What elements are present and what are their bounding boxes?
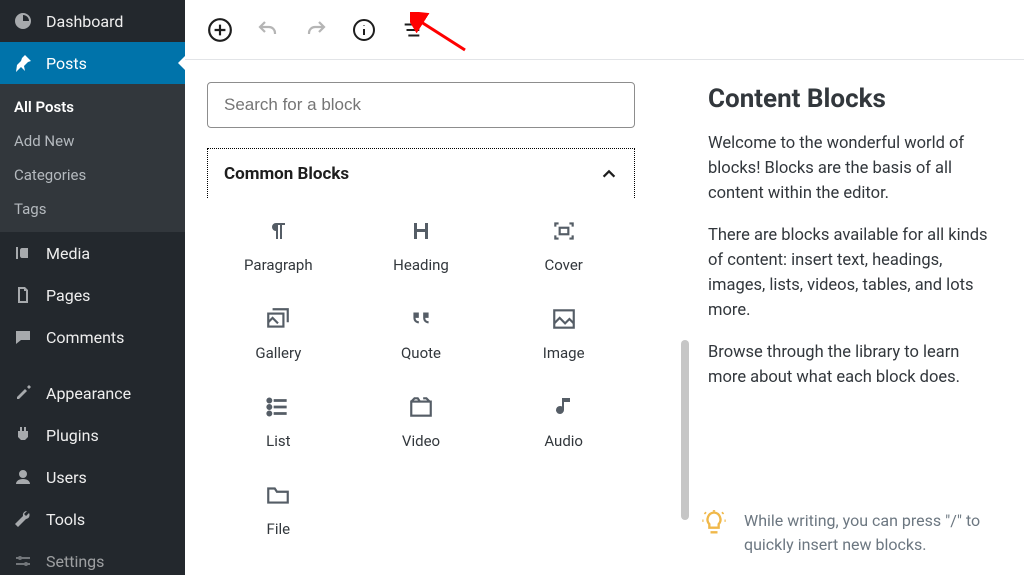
sidebar-item-label: Plugins <box>46 426 99 445</box>
comments-icon <box>12 326 34 348</box>
block-gallery[interactable]: Gallery <box>207 304 350 362</box>
sidebar-item-posts[interactable]: Posts <box>0 42 185 84</box>
pages-icon <box>12 284 34 306</box>
block-label: Paragraph <box>244 256 313 274</box>
tip-text: While writing, you can press "/" to quic… <box>744 509 994 557</box>
panel-paragraph: There are blocks available for all kinds… <box>708 224 994 323</box>
section-common-blocks[interactable]: Common Blocks <box>207 148 635 198</box>
sidebar-item-tools[interactable]: Tools <box>0 498 185 540</box>
dashboard-icon <box>12 10 34 32</box>
block-label: Cover <box>544 256 582 274</box>
editor-main: Common Blocks Paragraph Heading <box>185 0 1024 575</box>
media-icon <box>12 242 34 264</box>
sidebar-subitem-tags[interactable]: Tags <box>0 192 185 226</box>
block-label: Image <box>543 344 585 362</box>
block-label: Heading <box>393 256 449 274</box>
undo-button[interactable] <box>255 17 281 43</box>
sidebar-item-media[interactable]: Media <box>0 232 185 274</box>
file-icon <box>263 480 293 510</box>
block-label: Video <box>402 432 440 450</box>
sidebar-item-users[interactable]: Users <box>0 456 185 498</box>
block-search-field[interactable] <box>207 82 635 128</box>
panel-title: Content Blocks <box>708 84 994 114</box>
block-label: List <box>266 432 290 450</box>
pin-icon <box>12 52 34 74</box>
audio-icon <box>549 392 579 422</box>
redo-button[interactable] <box>303 17 329 43</box>
section-label: Common Blocks <box>224 164 349 184</box>
block-video[interactable]: Video <box>350 392 493 450</box>
block-cover[interactable]: Cover <box>492 216 635 274</box>
block-inserter-panel: Common Blocks Paragraph Heading <box>207 60 652 575</box>
block-grid: Paragraph Heading Cover Gallery <box>207 216 635 538</box>
block-description-panel: Content Blocks Welcome to the wonderful … <box>690 60 1024 575</box>
panel-paragraph: Browse through the library to learn more… <box>708 341 994 391</box>
block-image[interactable]: Image <box>492 304 635 362</box>
add-block-button[interactable] <box>207 17 233 43</box>
lightbulb-icon <box>700 509 728 537</box>
sidebar-item-label: Settings <box>46 552 104 571</box>
block-search-input[interactable] <box>224 95 618 115</box>
sidebar-item-appearance[interactable]: Appearance <box>0 372 185 414</box>
block-label: File <box>267 520 291 538</box>
sidebar-item-settings[interactable]: Settings <box>0 540 185 572</box>
cover-icon <box>549 216 579 246</box>
sidebar-subitem-add-new[interactable]: Add New <box>0 124 185 158</box>
sidebar-item-label: Comments <box>46 328 124 347</box>
block-paragraph[interactable]: Paragraph <box>207 216 350 274</box>
settings-icon <box>12 550 34 572</box>
panel-paragraph: Welcome to the wonderful world of blocks… <box>708 132 994 206</box>
list-icon <box>263 392 293 422</box>
video-icon <box>406 392 436 422</box>
sidebar-item-label: Users <box>46 468 87 487</box>
sidebar-item-label: Dashboard <box>46 12 123 31</box>
sidebar-item-comments[interactable]: Comments <box>0 316 185 358</box>
admin-sidebar: Dashboard Posts All Posts Add New Catego… <box>0 0 185 575</box>
image-icon <box>549 304 579 334</box>
paragraph-icon <box>263 216 293 246</box>
gallery-icon <box>263 304 293 334</box>
block-file[interactable]: File <box>207 480 350 538</box>
tip-box: While writing, you can press "/" to quic… <box>690 509 994 557</box>
sidebar-submenu: All Posts Add New Categories Tags <box>0 84 185 232</box>
block-quote[interactable]: Quote <box>350 304 493 362</box>
block-audio[interactable]: Audio <box>492 392 635 450</box>
heading-icon <box>406 216 436 246</box>
appearance-icon <box>12 382 34 404</box>
editor-toolbar <box>185 0 1024 60</box>
info-button[interactable] <box>351 17 377 43</box>
block-heading[interactable]: Heading <box>350 216 493 274</box>
sidebar-item-label: Pages <box>46 286 90 305</box>
sidebar-item-pages[interactable]: Pages <box>0 274 185 316</box>
chevron-up-icon <box>600 165 618 183</box>
block-label: Quote <box>401 344 441 362</box>
quote-icon <box>406 304 436 334</box>
outline-button[interactable] <box>399 17 425 43</box>
sidebar-item-label: Appearance <box>46 384 131 403</box>
users-icon <box>12 466 34 488</box>
sidebar-subitem-categories[interactable]: Categories <box>0 158 185 192</box>
sidebar-subitem-all-posts[interactable]: All Posts <box>0 90 185 124</box>
tools-icon <box>12 508 34 530</box>
sidebar-item-label: Posts <box>46 54 87 73</box>
sidebar-item-label: Media <box>46 244 90 263</box>
block-label: Audio <box>544 432 583 450</box>
sidebar-item-dashboard[interactable]: Dashboard <box>0 0 185 42</box>
sidebar-item-plugins[interactable]: Plugins <box>0 414 185 456</box>
plugins-icon <box>12 424 34 446</box>
inserter-scrollbar[interactable] <box>681 340 689 520</box>
block-label: Gallery <box>255 344 301 362</box>
block-list[interactable]: List <box>207 392 350 450</box>
sidebar-item-label: Tools <box>46 510 85 529</box>
